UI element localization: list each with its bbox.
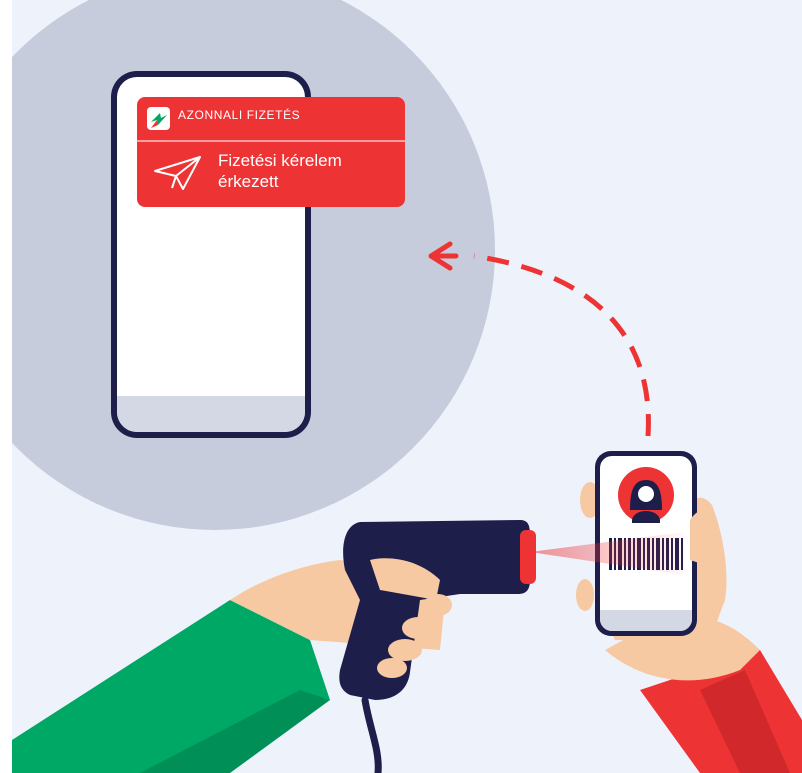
- azonnali-fizetes-logo: [147, 107, 170, 130]
- notification-app-label: AZONNALI FIZETÉS: [178, 108, 301, 122]
- avatar: [618, 467, 674, 523]
- scene-artwork: [12, 0, 802, 773]
- finger: [576, 579, 594, 611]
- illustration: AZONNALI FIZETÉS Fizetési kérelem érkeze…: [0, 0, 802, 773]
- large-phone-bottom-bar: [117, 396, 305, 432]
- notification-message: Fizetési kérelem érkezett: [218, 151, 342, 191]
